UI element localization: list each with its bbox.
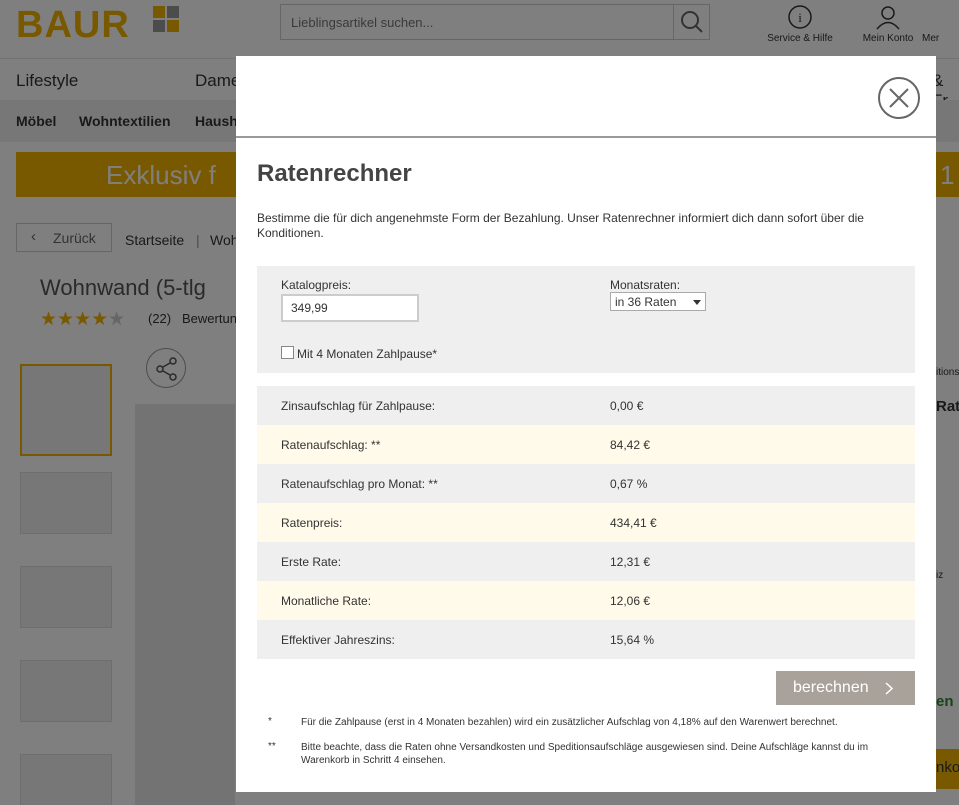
results-table: Zinsaufschlag für Zahlpause: 0,00 € Ratena…	[257, 386, 915, 659]
chevron-right-icon	[885, 682, 893, 695]
footnote-1-mark: *	[268, 716, 272, 727]
dialog-title: Ratenrechner	[257, 160, 412, 187]
result-label: Zinsaufschlag für Zahlpause:	[281, 399, 436, 413]
result-row: Ratenaufschlag pro Monat: ** 0,67 %	[257, 464, 915, 503]
result-row: Zinsaufschlag für Zahlpause: 0,00 €	[257, 386, 915, 425]
price-label: Katalogpreis:	[281, 278, 352, 292]
result-value: 15,64 %	[610, 633, 655, 647]
footnote-2: Bitte beachte, dass die Raten ohne Versa…	[301, 742, 869, 766]
result-value: 84,42 €	[610, 438, 651, 452]
chevron-down-icon	[693, 300, 701, 305]
installments-select[interactable]: in 36 Raten	[610, 292, 706, 311]
ratenrechner-dialog: Ratenrechner Bestimme die für dich angen…	[236, 56, 936, 792]
calculator-form: Katalogpreis: Monatsraten: in 36 Raten M…	[257, 266, 915, 373]
close-button[interactable]	[878, 77, 920, 119]
result-row: Ratenpreis: 434,41 €	[257, 503, 915, 542]
result-label: Ratenpreis:	[281, 516, 343, 530]
result-row: Ratenaufschlag: ** 84,42 €	[257, 425, 915, 464]
dialog-header	[236, 56, 936, 138]
dialog-intro: Bestimme die für dich angenehmste Form d…	[257, 211, 864, 240]
installments-label: Monatsraten:	[610, 278, 681, 292]
result-value: 12,06 €	[610, 594, 651, 608]
result-label: Ratenaufschlag: **	[281, 438, 381, 452]
price-input[interactable]	[281, 294, 419, 322]
result-value: 0,67 %	[610, 477, 648, 491]
footnote-2-mark: **	[268, 741, 276, 752]
installments-value: in 36 Raten	[615, 295, 677, 309]
result-row: Effektiver Jahreszins: 15,64 %	[257, 620, 915, 659]
result-value: 12,31 €	[610, 555, 651, 569]
result-label: Erste Rate:	[281, 555, 342, 569]
close-icon	[889, 88, 909, 108]
result-label: Ratenaufschlag pro Monat: **	[281, 477, 438, 491]
result-row: Monatliche Rate: 12,06 €	[257, 581, 915, 620]
pause-label[interactable]: Mit 4 Monaten Zahlpause*	[297, 347, 437, 361]
calculate-button[interactable]: berechnen	[776, 671, 915, 705]
result-value: 0,00 €	[610, 399, 644, 413]
pause-checkbox[interactable]	[281, 346, 294, 359]
result-label: Monatliche Rate:	[281, 594, 372, 608]
result-value: 434,41 €	[610, 516, 657, 530]
footnote-1: Für die Zahlpause (erst in 4 Monaten bez…	[301, 717, 838, 728]
result-label: Effektiver Jahreszins:	[281, 633, 395, 647]
calculate-label: berechnen	[793, 679, 869, 696]
result-row: Erste Rate: 12,31 €	[257, 542, 915, 581]
